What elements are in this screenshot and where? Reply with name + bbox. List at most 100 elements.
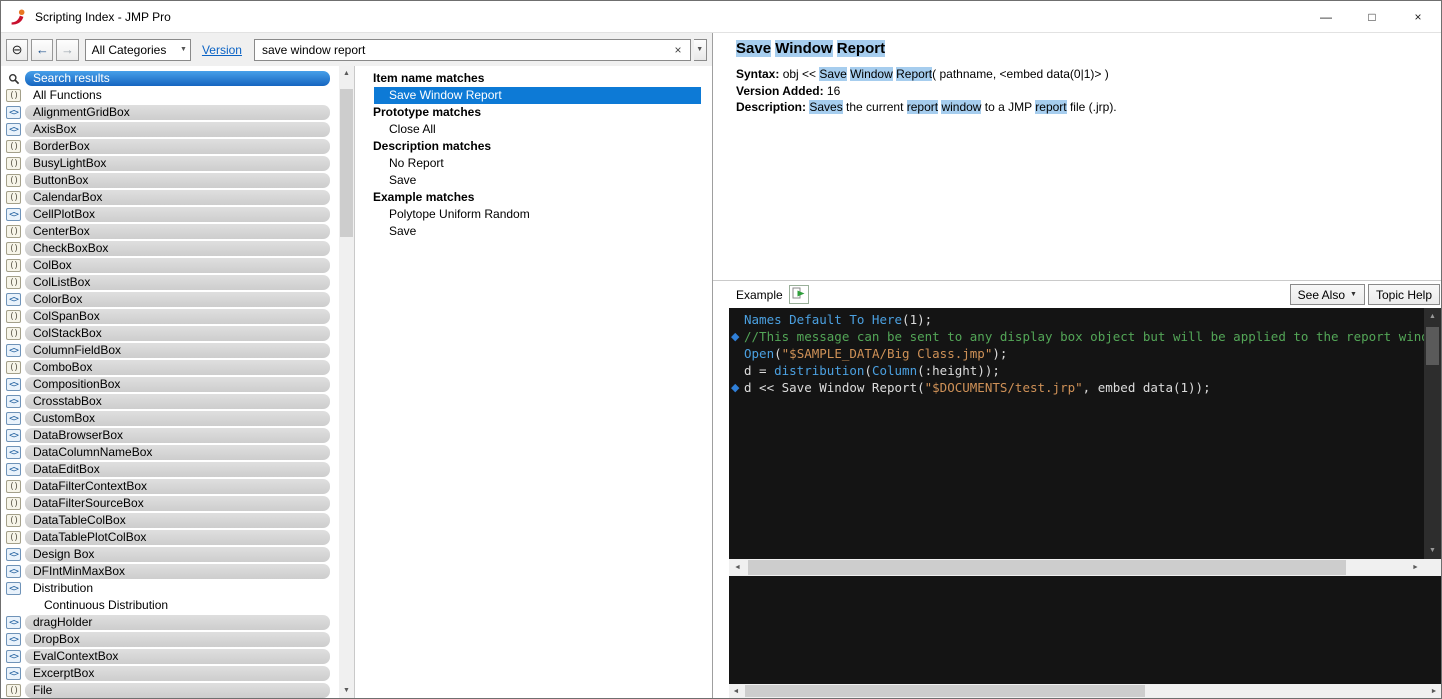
list-item-calendarbox[interactable]: () CalendarBox bbox=[1, 189, 339, 206]
scrollbar-thumb[interactable] bbox=[745, 685, 1145, 697]
scroll-up-icon[interactable]: ▲ bbox=[1424, 308, 1441, 325]
tree-item-save[interactable]: Save bbox=[355, 172, 712, 189]
minimize-button[interactable]: — bbox=[1303, 1, 1349, 32]
list-item-centerbox[interactable]: () CenterBox bbox=[1, 223, 339, 240]
toolbar: ⊖ ← → All Categories ▼ Version save wind… bbox=[1, 33, 712, 66]
list-item-label: Search results bbox=[25, 71, 330, 86]
function-icon: () bbox=[6, 140, 21, 153]
scroll-left-icon[interactable]: ◄ bbox=[729, 684, 743, 698]
list-item-checkboxbox[interactable]: () CheckBoxBox bbox=[1, 240, 339, 257]
output-horizontal-scrollbar[interactable]: ◄ ► bbox=[729, 684, 1441, 698]
example-label: Example bbox=[736, 287, 783, 302]
clear-search-icon[interactable]: × bbox=[671, 43, 684, 57]
list-item-alignmentgridbox[interactable]: <> AlignmentGridBox bbox=[1, 104, 339, 121]
function-icon: () bbox=[6, 514, 21, 527]
list-item-dfintminmaxbox[interactable]: <> DFIntMinMaxBox bbox=[1, 563, 339, 580]
list-item-datatablecolbox[interactable]: () DataTableColBox bbox=[1, 512, 339, 529]
function-icon: () bbox=[6, 191, 21, 204]
list-item-datafiltersourcebox[interactable]: () DataFilterSourceBox bbox=[1, 495, 339, 512]
chevron-down-icon: ▼ bbox=[696, 46, 704, 53]
output-panel[interactable] bbox=[729, 576, 1441, 684]
list-item-collistbox[interactable]: () ColListBox bbox=[1, 274, 339, 291]
list-item-dragholder[interactable]: <> dragHolder bbox=[1, 614, 339, 631]
scripting-index-mode-button[interactable]: ⊖ bbox=[6, 38, 29, 61]
display-box-icon: <> bbox=[6, 208, 21, 221]
version-link[interactable]: Version bbox=[202, 43, 242, 57]
scrollbar-corner bbox=[1424, 559, 1441, 576]
scroll-down-icon[interactable]: ▼ bbox=[339, 683, 354, 698]
list-item-colspanbox[interactable]: () ColSpanBox bbox=[1, 308, 339, 325]
see-also-button[interactable]: See Also ▼ bbox=[1289, 284, 1365, 305]
category-dropdown[interactable]: All Categories ▼ bbox=[84, 38, 191, 61]
list-item-axisbox[interactable]: <> AxisBox bbox=[1, 121, 339, 138]
scroll-left-icon[interactable]: ◄ bbox=[729, 559, 746, 576]
list-item-label: Continuous Distribution bbox=[44, 598, 169, 612]
list-item-dropbox[interactable]: <> DropBox bbox=[1, 631, 339, 648]
close-button[interactable]: × bbox=[1395, 1, 1441, 32]
run-script-button[interactable] bbox=[788, 285, 809, 304]
tree-item-save-window-report[interactable]: Save Window Report bbox=[374, 87, 701, 104]
search-box[interactable]: save window report × bbox=[253, 38, 691, 61]
tree-group-prototype-matches: Prototype matches bbox=[373, 105, 482, 119]
topic-help-button[interactable]: Topic Help bbox=[1367, 284, 1440, 305]
code-vertical-scrollbar[interactable]: ▲ ▼ bbox=[1424, 308, 1441, 559]
list-item-crosstabbox[interactable]: <> CrosstabBox bbox=[1, 393, 339, 410]
example-code-editor[interactable]: Names Default To Here (1); ◆ //This message… bbox=[729, 308, 1424, 559]
list-item-evalcontextbox[interactable]: <> EvalContextBox bbox=[1, 648, 339, 665]
list-item-excerptbox[interactable]: <> ExcerptBox bbox=[1, 665, 339, 682]
list-item-file[interactable]: () File bbox=[1, 682, 339, 698]
tree-item-polytope-uniform-random[interactable]: Polytope Uniform Random bbox=[355, 206, 712, 223]
list-item-compositionbox[interactable]: <> CompositionBox bbox=[1, 376, 339, 393]
function-icon: () bbox=[6, 361, 21, 374]
maximize-button[interactable]: □ bbox=[1349, 1, 1395, 32]
list-item-datacolumnnamebox[interactable]: <> DataColumnNameBox bbox=[1, 444, 339, 461]
scrollbar-thumb[interactable] bbox=[1426, 327, 1439, 365]
list-item-cellplotbox[interactable]: <> CellPlotBox bbox=[1, 206, 339, 223]
line-marker-icon: ◆ bbox=[731, 381, 740, 394]
list-item-all-functions[interactable]: () All Functions bbox=[1, 87, 339, 104]
list-item-combobox[interactable]: () ComboBox bbox=[1, 359, 339, 376]
search-input[interactable]: save window report bbox=[262, 43, 672, 57]
list-item-databrowserbox[interactable]: <> DataBrowserBox bbox=[1, 427, 339, 444]
function-icon: () bbox=[6, 259, 21, 272]
list-item-continuous-distribution[interactable]: Continuous Distribution bbox=[1, 597, 339, 614]
scroll-up-icon[interactable]: ▲ bbox=[339, 66, 354, 81]
tree-item-no-report[interactable]: No Report bbox=[355, 155, 712, 172]
list-item-design-box[interactable]: <> Design Box bbox=[1, 546, 339, 563]
back-button[interactable]: ← bbox=[31, 38, 54, 61]
scrollbar-thumb[interactable] bbox=[748, 560, 1346, 575]
list-item-datatableplotcolbox[interactable]: () DataTablePlotColBox bbox=[1, 529, 339, 546]
list-item-colorbox[interactable]: <> ColorBox bbox=[1, 291, 339, 308]
list-item-label: DataColumnNameBox bbox=[25, 445, 330, 460]
list-item-distribution[interactable]: <> Distribution bbox=[1, 580, 339, 597]
scrollbar-thumb[interactable] bbox=[340, 89, 353, 237]
scroll-right-icon[interactable]: ► bbox=[1407, 559, 1424, 576]
search-history-dropdown-button[interactable]: ▼ bbox=[693, 38, 708, 61]
list-item-busylightbox[interactable]: () BusyLightBox bbox=[1, 155, 339, 172]
list-item-colbox[interactable]: () ColBox bbox=[1, 257, 339, 274]
list-item-datafiltercontextbox[interactable]: () DataFilterContextBox bbox=[1, 478, 339, 495]
list-item-columnfieldbox[interactable]: <> ColumnFieldBox bbox=[1, 342, 339, 359]
display-box-icon: <> bbox=[6, 565, 21, 578]
circle-minus-icon: ⊖ bbox=[11, 41, 23, 57]
list-item-buttonbox[interactable]: () ButtonBox bbox=[1, 172, 339, 189]
list-item-borderbox[interactable]: () BorderBox bbox=[1, 138, 339, 155]
function-icon: () bbox=[6, 310, 21, 323]
tree-item-close-all[interactable]: Close All bbox=[355, 121, 712, 138]
list-item-dataeditbox[interactable]: <> DataEditBox bbox=[1, 461, 339, 478]
scroll-down-icon[interactable]: ▼ bbox=[1424, 542, 1441, 559]
list-item-custombox[interactable]: <> CustomBox bbox=[1, 410, 339, 427]
category-list-scrollbar[interactable]: ▲ ▼ bbox=[339, 66, 354, 698]
titlebar[interactable]: Scripting Index - JMP Pro — □ × bbox=[1, 1, 1441, 32]
list-item-colstackbox[interactable]: () ColStackBox bbox=[1, 325, 339, 342]
text-segment: to a JMP bbox=[981, 100, 1036, 114]
example-code-region: Names Default To Here (1); ◆ //This message… bbox=[713, 308, 1441, 559]
code-horizontal-scrollbar[interactable]: ◄ ► bbox=[729, 559, 1424, 576]
run-script-icon bbox=[792, 287, 806, 303]
list-item-search-results[interactable]: Search results bbox=[1, 70, 339, 87]
code-margin bbox=[729, 362, 744, 379]
tree-item-save[interactable]: Save bbox=[355, 223, 712, 240]
text-segment: Version Added: bbox=[736, 83, 827, 98]
scroll-right-icon[interactable]: ► bbox=[1427, 684, 1441, 698]
forward-button[interactable]: → bbox=[56, 38, 79, 61]
